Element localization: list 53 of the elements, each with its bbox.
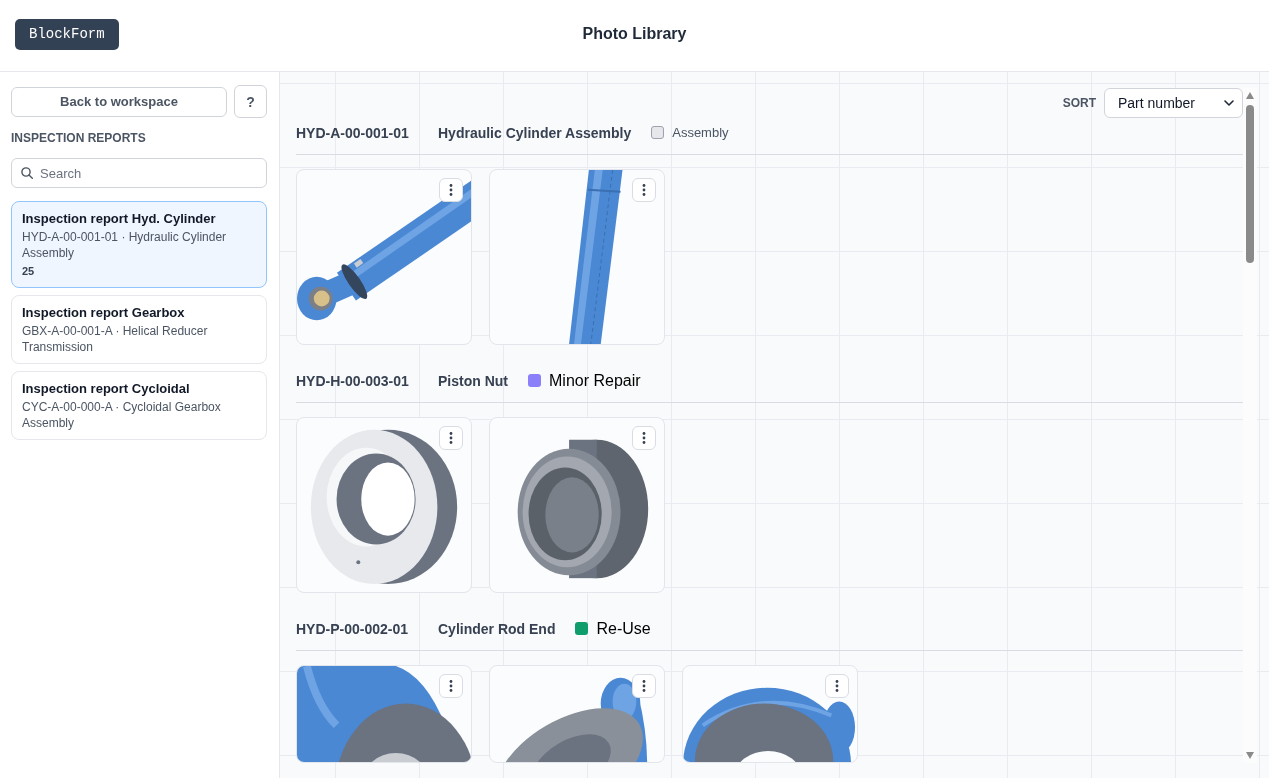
report-item[interactable]: Inspection report Cycloidal CYC-A-00-000-A · Cycloidal Gearbox Assembly — [11, 371, 267, 440]
report-subtitle: GBX-A-00-001-A · Helical Reducer Transmission — [22, 323, 209, 355]
more-options-button[interactable] — [632, 674, 656, 698]
logo: BlockForm — [15, 18, 119, 50]
report-item[interactable]: Inspection report Hyd. Cylinder HYD-A-00-001-01 · Hydraulic Cylinder Assembly 25 — [11, 201, 267, 288]
page-title: Photo Library — [582, 25, 687, 43]
status-label: Assembly — [672, 125, 729, 140]
vertical-dots-icon — [642, 432, 646, 444]
cylinder-render[interactable] — [296, 169, 472, 345]
caret-down-icon[interactable] — [1246, 752, 1254, 759]
vertical-dots-icon — [449, 432, 453, 444]
report-title: Inspection report Cycloidal — [22, 380, 190, 397]
chevron-down-icon — [1224, 100, 1234, 106]
part-number: HYD-H-00-003-01 — [296, 372, 410, 389]
section-title: INSPECTION REPORTS — [11, 131, 146, 145]
vertical-dots-icon — [835, 680, 839, 692]
more-options-button[interactable] — [632, 178, 656, 202]
report-item[interactable]: Inspection report Gearbox GBX-A-00-001-A · Helical Reducer Transmission — [11, 295, 267, 364]
rod-render[interactable] — [489, 169, 665, 345]
report-subtitle: HYD-A-00-001-01 · Hydraulic Cylinder Assembly — [22, 229, 228, 261]
vertical-dots-icon — [642, 680, 646, 692]
help-button[interactable]: ? — [234, 85, 267, 118]
report-title: Inspection report Gearbox — [22, 304, 185, 321]
part-number: HYD-A-00-001-01 — [296, 124, 410, 141]
vertical-dots-icon — [449, 680, 453, 692]
part-name: Cylinder Rod End — [438, 620, 556, 637]
part-number: HYD-P-00-002-01 — [296, 620, 410, 637]
photo-count: 25 — [22, 264, 35, 279]
ring-render[interactable] — [296, 417, 472, 593]
back-button[interactable]: Back to workspace — [11, 86, 227, 117]
status-label: Minor Repair — [549, 371, 641, 390]
vertical-dots-icon — [642, 184, 646, 196]
report-title: Inspection report Hyd. Cylinder — [22, 210, 216, 227]
more-options-button[interactable] — [825, 674, 849, 698]
more-options-button[interactable] — [632, 426, 656, 450]
vertical-dots-icon — [449, 184, 453, 196]
search-icon — [21, 167, 33, 179]
part-name: Hydraulic Cylinder Assembly — [438, 124, 632, 141]
search-field[interactable]: Search — [11, 158, 267, 188]
rod-end-render[interactable] — [489, 665, 665, 763]
more-options-button[interactable] — [439, 674, 463, 698]
status-label: Re-Use — [596, 619, 651, 638]
sort-label: SORT — [1062, 96, 1096, 110]
scrollbar-thumb[interactable] — [1246, 105, 1254, 263]
more-options-button[interactable] — [439, 426, 463, 450]
sort-select[interactable]: Part number — [1104, 88, 1243, 118]
report-subtitle: CYC-A-00-000-A · Cycloidal Gearbox Assembly — [22, 399, 222, 431]
rod-end-render[interactable] — [682, 665, 858, 763]
part-name: Piston Nut — [438, 372, 508, 389]
bushing-render[interactable] — [489, 417, 665, 593]
more-options-button[interactable] — [439, 178, 463, 202]
caret-up-icon[interactable] — [1246, 92, 1254, 99]
rod-end-render[interactable] — [296, 665, 472, 763]
